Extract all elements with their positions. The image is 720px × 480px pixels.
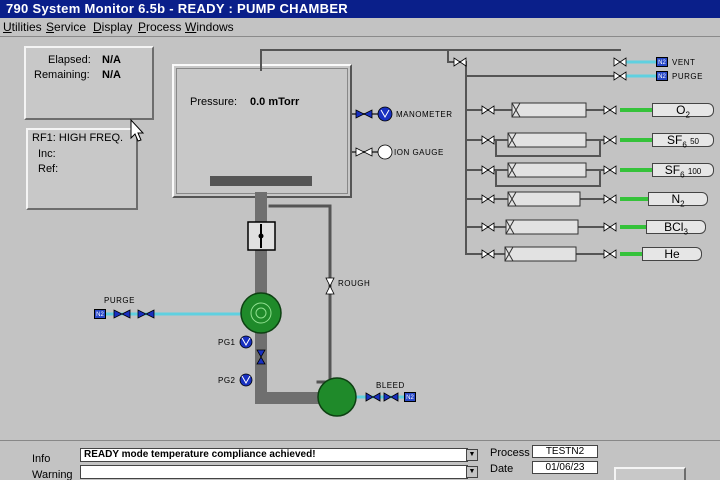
gas-source-sf6-100[interactable]: SF6 100 <box>652 163 714 179</box>
mfc-blocks[interactable] <box>504 102 587 262</box>
rough-label: ROUGH <box>338 279 371 288</box>
info-message-field: READY mode temperature compliance achiev… <box>80 448 468 462</box>
gas-source-sf6-50[interactable]: SF6 50 <box>652 133 714 149</box>
ion-gauge-label: ION GAUGE <box>394 148 444 157</box>
n2-tag-icon: N2 <box>656 71 668 81</box>
process-label: Process <box>490 447 530 459</box>
pg2-label: PG2 <box>218 376 236 385</box>
manometer-label: MANOMETER <box>396 110 453 119</box>
info-dropdown-arrow-icon[interactable]: ▼ <box>466 449 478 461</box>
gas-source-he[interactable]: He <box>642 247 702 261</box>
n2-tag-icon: N2 <box>404 392 416 402</box>
date-value: 01/06/23 <box>532 461 598 474</box>
process-value: TESTN2 <box>532 445 598 458</box>
purge-top-label: PURGE <box>672 72 703 81</box>
status-bar: Info READY mode temperature compliance a… <box>0 440 720 480</box>
gas-source-o2[interactable]: O2 <box>652 103 714 119</box>
rough-pump-icon[interactable] <box>317 377 357 417</box>
n2-tag-icon: N2 <box>94 309 106 319</box>
corner-panel[interactable] <box>614 467 686 480</box>
purge-left-label: PURGE <box>104 296 135 305</box>
warning-dropdown-arrow-icon[interactable]: ▼ <box>466 466 478 478</box>
plumbing-diagram <box>104 49 657 417</box>
warning-field <box>80 465 468 479</box>
gas-source-n2[interactable]: N2 <box>648 192 708 208</box>
gas-source-bcl3[interactable]: BCl3 <box>646 220 706 236</box>
n2-tag-icon: N2 <box>656 57 668 67</box>
vent-label: VENT <box>672 58 696 67</box>
date-label: Date <box>490 463 514 475</box>
warning-label: Warning <box>32 469 73 480</box>
turbo-pump-icon[interactable] <box>240 292 282 334</box>
pg1-label: PG1 <box>218 338 236 347</box>
mouse-cursor-icon <box>130 118 145 142</box>
info-label: Info <box>32 453 51 465</box>
monitor-screen: 790 System Monitor 6.5b - READY : PUMP C… <box>0 0 720 480</box>
bleed-label: BLEED <box>376 381 405 390</box>
